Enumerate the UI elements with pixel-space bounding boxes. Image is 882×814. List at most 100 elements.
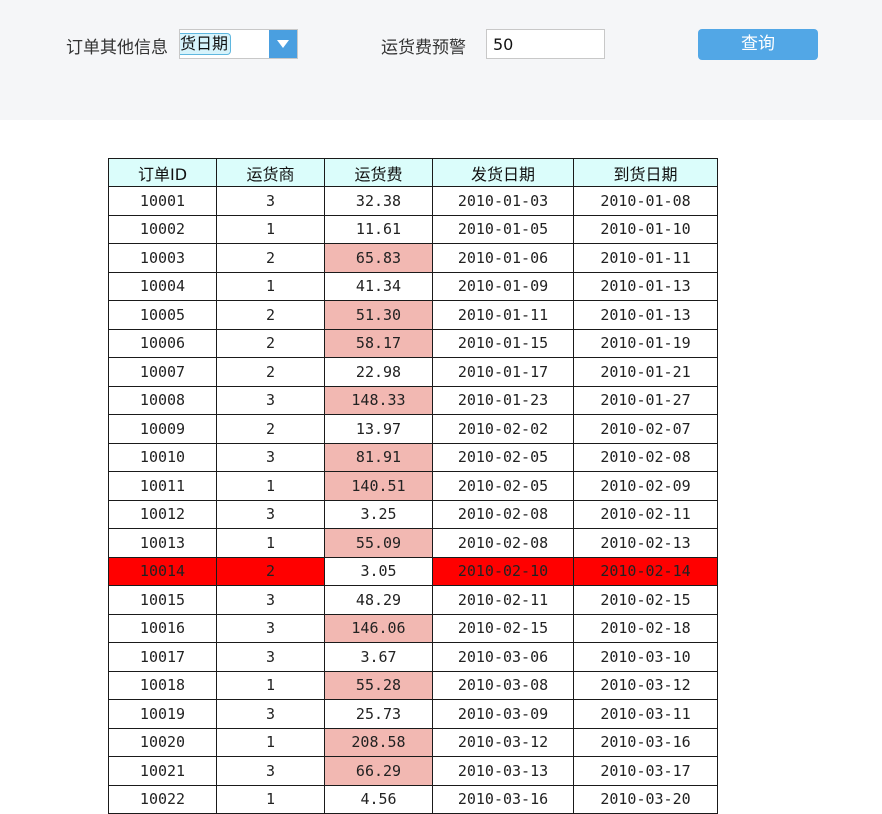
cell-arrive-date: 2010-02-09: [573, 471, 718, 501]
cell-carrier: 3: [216, 756, 325, 786]
cell-freight: 3.67: [324, 642, 433, 672]
cell-arrive-date: 2010-03-16: [573, 727, 718, 757]
cell-ship-date: 2010-01-23: [432, 385, 574, 415]
other-info-label: 订单其他信息: [66, 38, 168, 58]
cell-arrive-date: 2010-01-13: [573, 300, 718, 330]
table-row: 10021 3 66.29 2010-03-13 2010-03-17: [108, 756, 718, 786]
filter-toolbar: 订单其他信息 货日期 运货费预警 查询: [0, 0, 882, 120]
column-header-arrive-date: 到货日期: [573, 158, 718, 187]
cell-arrive-date: 2010-03-12: [573, 670, 718, 700]
cell-arrive-date: 2010-03-11: [573, 699, 718, 729]
table-row: 10011 1 140.51 2010-02-05 2010-02-09: [108, 471, 718, 501]
column-header-carrier: 运货商: [216, 158, 325, 187]
table-row: 10012 3 3.25 2010-02-08 2010-02-11: [108, 499, 718, 529]
table-row: 10002 1 11.61 2010-01-05 2010-01-10: [108, 214, 718, 244]
table-row: 10013 1 55.09 2010-02-08 2010-02-13: [108, 528, 718, 558]
cell-order-id: 10016: [108, 613, 217, 643]
orders-table: 订单ID 运货商 运货费 发货日期 到货日期 10001 3 32.38 2010-0…: [108, 158, 718, 814]
cell-arrive-date: 2010-01-08: [573, 186, 718, 216]
cell-arrive-date: 2010-02-18: [573, 613, 718, 643]
cell-ship-date: 2010-02-08: [432, 499, 574, 529]
cell-order-id: 10001: [108, 186, 217, 216]
cell-ship-date: 2010-03-13: [432, 756, 574, 786]
cell-freight: 55.28: [324, 670, 433, 700]
table-row: 10010 3 81.91 2010-02-05 2010-02-08: [108, 442, 718, 472]
cell-freight: 3.25: [324, 499, 433, 529]
cell-carrier: 2: [216, 556, 325, 586]
table-row: 10014 2 3.05 2010-02-10 2010-02-14: [108, 556, 718, 586]
column-header-order-id: 订单ID: [108, 158, 217, 187]
cell-freight: 148.33: [324, 385, 433, 415]
cell-ship-date: 2010-01-03: [432, 186, 574, 216]
cell-freight: 55.09: [324, 528, 433, 558]
cell-order-id: 10015: [108, 585, 217, 615]
chevron-down-icon: [277, 40, 289, 48]
cell-ship-date: 2010-02-15: [432, 613, 574, 643]
table-row: 10007 2 22.98 2010-01-17 2010-01-21: [108, 357, 718, 387]
cell-freight: 58.17: [324, 328, 433, 358]
dropdown-button[interactable]: [269, 30, 297, 58]
table-row: 10009 2 13.97 2010-02-02 2010-02-07: [108, 414, 718, 444]
cell-carrier: 3: [216, 186, 325, 216]
other-info-selected-value[interactable]: 货日期: [180, 33, 232, 55]
cell-ship-date: 2010-02-08: [432, 528, 574, 558]
cell-ship-date: 2010-02-11: [432, 585, 574, 615]
cell-ship-date: 2010-02-10: [432, 556, 574, 586]
freight-warning-label: 运货费预警: [381, 38, 466, 58]
table-row: 10008 3 148.33 2010-01-23 2010-01-27: [108, 385, 718, 415]
cell-carrier: 3: [216, 442, 325, 472]
cell-order-id: 10009: [108, 414, 217, 444]
cell-freight: 146.06: [324, 613, 433, 643]
cell-order-id: 10004: [108, 271, 217, 301]
cell-arrive-date: 2010-01-21: [573, 357, 718, 387]
cell-arrive-date: 2010-02-07: [573, 414, 718, 444]
cell-freight: 41.34: [324, 271, 433, 301]
cell-carrier: 2: [216, 414, 325, 444]
cell-arrive-date: 2010-02-08: [573, 442, 718, 472]
table-row: 10003 2 65.83 2010-01-06 2010-01-11: [108, 243, 718, 273]
cell-freight: 65.83: [324, 243, 433, 273]
cell-order-id: 10011: [108, 471, 217, 501]
other-info-combo[interactable]: 货日期: [179, 29, 298, 59]
table-row: 10004 1 41.34 2010-01-09 2010-01-13: [108, 271, 718, 301]
table-row: 10006 2 58.17 2010-01-15 2010-01-19: [108, 328, 718, 358]
table-row: 10022 1 4.56 2010-03-16 2010-03-20: [108, 784, 718, 814]
table-row: 10015 3 48.29 2010-02-11 2010-02-15: [108, 585, 718, 615]
cell-order-id: 10005: [108, 300, 217, 330]
cell-carrier: 2: [216, 328, 325, 358]
table-row: 10018 1 55.28 2010-03-08 2010-03-12: [108, 670, 718, 700]
cell-ship-date: 2010-03-12: [432, 727, 574, 757]
cell-ship-date: 2010-03-09: [432, 699, 574, 729]
cell-order-id: 10019: [108, 699, 217, 729]
cell-order-id: 10014: [108, 556, 217, 586]
cell-order-id: 10010: [108, 442, 217, 472]
cell-order-id: 10006: [108, 328, 217, 358]
cell-freight: 25.73: [324, 699, 433, 729]
freight-warning-input[interactable]: [486, 29, 605, 59]
cell-arrive-date: 2010-02-15: [573, 585, 718, 615]
cell-order-id: 10021: [108, 756, 217, 786]
cell-carrier: 1: [216, 528, 325, 558]
cell-ship-date: 2010-01-15: [432, 328, 574, 358]
cell-ship-date: 2010-02-02: [432, 414, 574, 444]
cell-order-id: 10017: [108, 642, 217, 672]
cell-carrier: 3: [216, 699, 325, 729]
query-button[interactable]: 查询: [698, 29, 818, 60]
cell-arrive-date: 2010-02-11: [573, 499, 718, 529]
cell-carrier: 2: [216, 300, 325, 330]
column-header-ship-date: 发货日期: [432, 158, 574, 187]
cell-ship-date: 2010-03-06: [432, 642, 574, 672]
cell-freight: 11.61: [324, 214, 433, 244]
cell-freight: 140.51: [324, 471, 433, 501]
cell-carrier: 3: [216, 642, 325, 672]
cell-carrier: 1: [216, 670, 325, 700]
cell-carrier: 3: [216, 585, 325, 615]
table-row: 10001 3 32.38 2010-01-03 2010-01-08: [108, 186, 718, 216]
cell-ship-date: 2010-01-11: [432, 300, 574, 330]
cell-order-id: 10022: [108, 784, 217, 814]
cell-carrier: 3: [216, 385, 325, 415]
cell-freight: 32.38: [324, 186, 433, 216]
cell-order-id: 10020: [108, 727, 217, 757]
table-row: 10017 3 3.67 2010-03-06 2010-03-10: [108, 642, 718, 672]
cell-freight: 51.30: [324, 300, 433, 330]
